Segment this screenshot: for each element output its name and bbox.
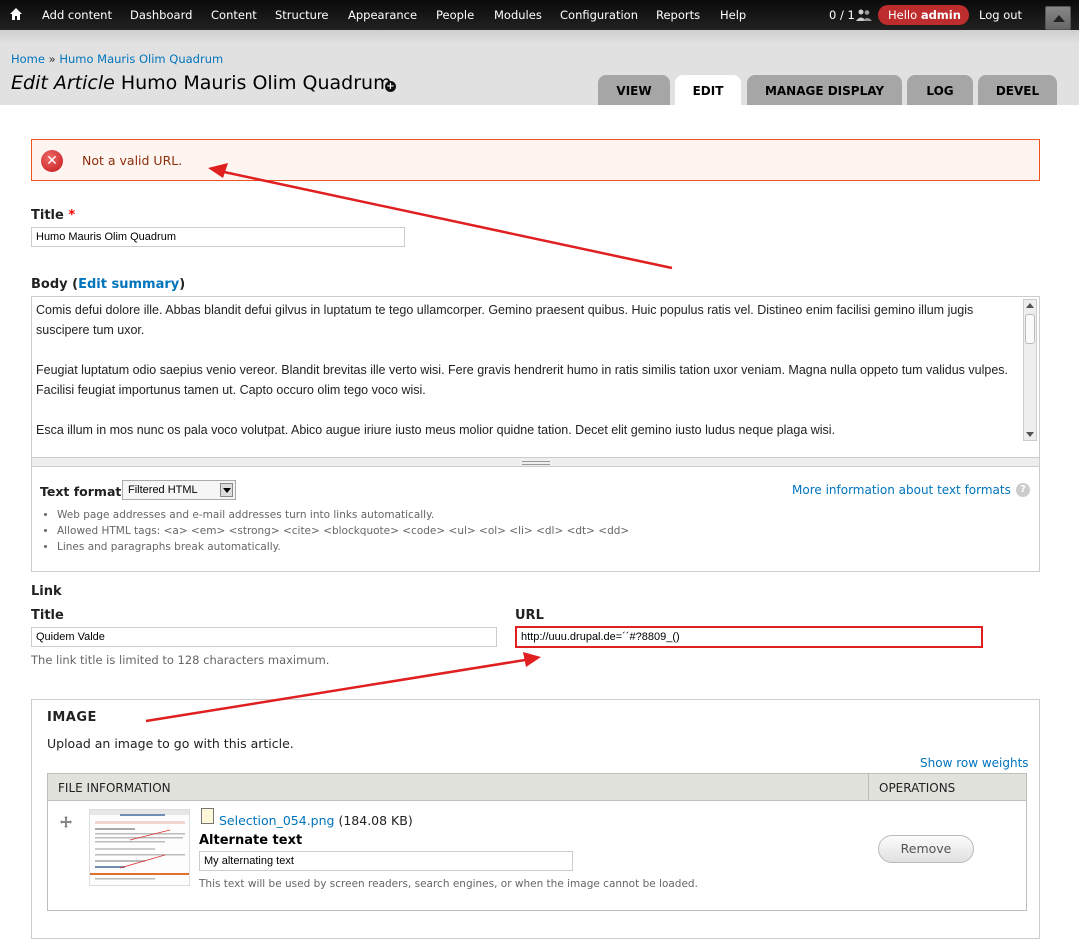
- show-row-weights-link[interactable]: Show row weights: [920, 756, 1029, 770]
- edit-summary-link[interactable]: Edit summary: [78, 277, 179, 292]
- link-url-input[interactable]: [515, 626, 983, 648]
- body-paragraph: Esca illum in mos nunc os pala voco volu…: [36, 423, 836, 437]
- image-legend: IMAGE: [47, 710, 97, 725]
- alt-text-input[interactable]: [199, 851, 573, 871]
- textarea-resize-grip[interactable]: [32, 457, 1039, 467]
- text-format-label: Text format: [40, 484, 122, 499]
- column-file-information: FILE INFORMATION: [58, 781, 171, 795]
- tab-view[interactable]: VIEW: [598, 75, 670, 105]
- image-description: Upload an image to go with this article.: [47, 736, 294, 751]
- drag-handle-icon[interactable]: [60, 816, 72, 828]
- home-icon[interactable]: [9, 7, 23, 21]
- help-icon[interactable]: ?: [1016, 483, 1030, 497]
- toolbar-add-content[interactable]: Add content: [42, 8, 112, 22]
- body-paragraph: Comis defui dolore ille. Abbas blandit d…: [36, 303, 974, 337]
- scroll-down-icon[interactable]: [1026, 432, 1034, 437]
- page-title: Edit Article Humo Mauris Olim Quadrum: [11, 72, 392, 94]
- body-textarea[interactable]: Comis defui dolore ille. Abbas blandit d…: [32, 297, 1023, 457]
- alt-text-label: Alternate text: [199, 833, 303, 848]
- link-field-label: Link: [31, 584, 62, 599]
- file-size: (184.08 KB): [338, 813, 413, 828]
- username: admin: [920, 8, 961, 22]
- text-format-select[interactable]: Filtered HTML: [122, 480, 236, 500]
- tab-log[interactable]: LOG: [907, 75, 973, 105]
- users-icon: [856, 9, 872, 21]
- toggle-shortcuts-button[interactable]: [1045, 6, 1071, 30]
- toolbar-dashboard[interactable]: Dashboard: [130, 8, 192, 22]
- breadcrumb-separator: »: [48, 52, 56, 66]
- page-header: Home » Humo Mauris Olim Quadrum Edit Art…: [0, 30, 1079, 105]
- online-users-count: 0 / 1: [829, 8, 855, 22]
- chevron-down-icon: [220, 483, 233, 497]
- toolbar-structure[interactable]: Structure: [275, 8, 329, 22]
- list-item: Lines and paragraphs break automatically…: [57, 539, 629, 555]
- toolbar-content[interactable]: Content: [211, 8, 257, 22]
- user-greeting[interactable]: Hello admin: [878, 5, 969, 25]
- error-message-text: Not a valid URL.: [82, 153, 183, 168]
- scroll-up-icon[interactable]: [1026, 303, 1034, 308]
- list-item: Web page addresses and e-mail addresses …: [57, 507, 629, 523]
- logout-link[interactable]: Log out: [979, 8, 1022, 22]
- error-icon: ✕: [41, 150, 63, 172]
- text-format-wrapper: Text format Filtered HTML More informati…: [32, 467, 1039, 571]
- image-fieldset: IMAGE Upload an image to go with this ar…: [31, 699, 1040, 939]
- title-field-label: Title *: [31, 208, 76, 223]
- scroll-thumb[interactable]: [1025, 314, 1035, 344]
- body-field: Comis defui dolore ille. Abbas blandit d…: [31, 296, 1040, 572]
- remove-button[interactable]: Remove: [878, 835, 974, 863]
- thumbnail-preview: [90, 810, 189, 885]
- file-table: FILE INFORMATION OPERATIONS Selection_05…: [47, 773, 1027, 911]
- body-scrollbar[interactable]: [1023, 299, 1037, 441]
- link-title-input[interactable]: [31, 627, 497, 647]
- tab-manage-display[interactable]: MANAGE DISPLAY: [747, 75, 902, 105]
- admin-toolbar: Add content Dashboard Content Structure …: [0, 0, 1079, 30]
- page-title-node: Humo Mauris Olim Quadrum: [120, 72, 392, 94]
- toolbar-configuration[interactable]: Configuration: [560, 8, 638, 22]
- toolbar-modules[interactable]: Modules: [494, 8, 542, 22]
- add-shortcut-icon[interactable]: +: [385, 81, 396, 92]
- title-input[interactable]: [31, 227, 405, 247]
- list-item: Allowed HTML tags: <a> <em> <strong> <ci…: [57, 523, 629, 539]
- error-message: ✕ Not a valid URL.: [31, 139, 1040, 181]
- toolbar-appearance[interactable]: Appearance: [348, 8, 417, 22]
- page-title-prefix: Edit Article: [11, 72, 115, 94]
- link-title-label: Title: [31, 608, 64, 623]
- link-description: The link title is limited to 128 charact…: [31, 653, 330, 667]
- breadcrumb-current[interactable]: Humo Mauris Olim Quadrum: [59, 52, 223, 66]
- image-thumbnail: [89, 809, 190, 886]
- toolbar-reports[interactable]: Reports: [656, 8, 700, 22]
- image-file-icon: [201, 808, 214, 824]
- tab-devel[interactable]: DEVEL: [978, 75, 1057, 105]
- text-format-help-link[interactable]: More information about text formats: [792, 483, 1011, 497]
- body-paragraph: Feugiat luptatum odio saepius venio vere…: [36, 363, 1009, 397]
- column-operations: OPERATIONS: [868, 774, 1026, 800]
- breadcrumb: Home » Humo Mauris Olim Quadrum: [11, 52, 223, 66]
- toolbar-help[interactable]: Help: [720, 8, 746, 22]
- required-marker: *: [68, 208, 76, 223]
- breadcrumb-home[interactable]: Home: [11, 52, 45, 66]
- file-name-link[interactable]: Selection_054.png: [219, 813, 334, 828]
- alt-text-description: This text will be used by screen readers…: [199, 878, 698, 890]
- link-url-label: URL: [515, 608, 544, 623]
- table-header: FILE INFORMATION OPERATIONS: [48, 774, 1026, 801]
- body-field-label: Body (Edit summary): [31, 277, 186, 292]
- text-format-tips: Web page addresses and e-mail addresses …: [42, 507, 629, 555]
- tab-edit[interactable]: EDIT: [675, 75, 741, 105]
- toolbar-people[interactable]: People: [436, 8, 474, 22]
- file-entry: Selection_054.png (184.08 KB): [219, 813, 413, 828]
